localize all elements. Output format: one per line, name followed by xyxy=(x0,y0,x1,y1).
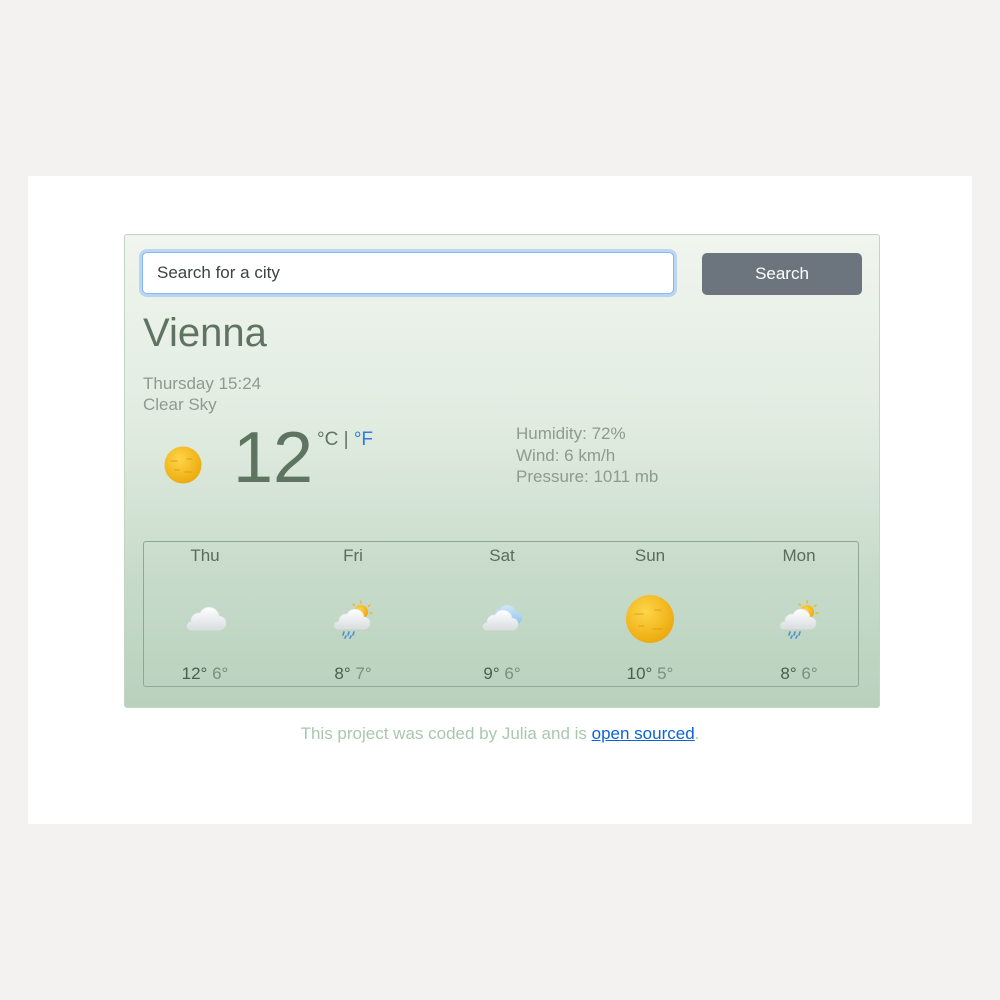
forecast-day: Fri 8° 7° xyxy=(293,542,413,688)
forecast-day-name: Fri xyxy=(343,546,363,565)
date-time: Thursday 15:24 xyxy=(143,374,262,393)
page-card: Search Vienna Thursday 15:24 Clear Sky 1… xyxy=(28,176,972,824)
forecast-temps: 8° 6° xyxy=(739,664,859,684)
forecast-day: Mon 8° 6° xyxy=(739,542,859,688)
forecast-min: 7° xyxy=(355,664,372,683)
rain-sun-cloud-icon xyxy=(780,600,819,639)
forecast-day-name: Mon xyxy=(782,546,816,565)
search-input[interactable] xyxy=(142,252,674,294)
unit-fahrenheit-link[interactable]: °F xyxy=(354,429,373,450)
forecast-day-name: Sat xyxy=(489,546,515,565)
unit-switch: °C | °F xyxy=(317,429,373,451)
weather-description: Clear Sky xyxy=(143,395,217,414)
forecast-max: 8° xyxy=(334,664,351,683)
forecast-temps: 12° 6° xyxy=(145,664,265,684)
current-meta: Thursday 15:24 Clear Sky xyxy=(143,373,261,415)
cloud-icon xyxy=(186,606,227,631)
humidity: Humidity: 72% xyxy=(516,424,626,443)
wind: Wind: 6 km/h xyxy=(516,445,616,465)
forecast-min: 5° xyxy=(657,664,674,683)
sun-icon xyxy=(164,446,202,484)
footer-text: This project was coded by Julia and is xyxy=(300,724,592,743)
city-name: Vienna xyxy=(143,311,267,355)
forecast-max: 12° xyxy=(181,664,208,683)
forecast-max: 9° xyxy=(483,664,500,683)
forecast: Thu 12° 6° Fri 8° 7° Sat 9° 6° Sun 10° 5… xyxy=(143,541,859,687)
forecast-day: Thu 12° 6° xyxy=(145,542,265,688)
pressure: Pressure: 1011 mb xyxy=(516,467,659,486)
forecast-day: Sun 10° 5° xyxy=(590,542,710,688)
forecast-temps: 8° 7° xyxy=(293,664,413,684)
footer-end: . xyxy=(694,724,700,743)
unit-celsius[interactable]: °C xyxy=(317,429,338,450)
forecast-max: 8° xyxy=(780,664,797,683)
current-temperature: 12 xyxy=(233,418,314,498)
weather-app: Search Vienna Thursday 15:24 Clear Sky 1… xyxy=(124,234,880,708)
rain-sun-cloud-icon xyxy=(334,600,373,639)
unit-separator: | xyxy=(343,429,349,450)
forecast-max: 10° xyxy=(626,664,653,683)
sun-icon xyxy=(626,595,674,643)
forecast-temps: 9° 6° xyxy=(442,664,562,684)
forecast-day: Sat 9° 6° xyxy=(442,542,562,688)
cloud-icon xyxy=(482,605,522,631)
search-form: Search xyxy=(142,252,862,298)
forecast-day-name: Thu xyxy=(190,546,220,565)
forecast-day-name: Sun xyxy=(634,546,666,565)
forecast-temps: 10° 5° xyxy=(590,664,710,684)
forecast-min: 6° xyxy=(212,664,229,683)
open-source-link[interactable]: open sourced xyxy=(592,724,695,743)
forecast-min: 6° xyxy=(801,664,818,683)
footer: This project was coded by Julia and is o… xyxy=(28,724,972,744)
weather-details: Humidity: 72% Wind: 6 km/h Pressure: 101… xyxy=(516,423,658,488)
search-button[interactable]: Search xyxy=(702,253,862,295)
forecast-min: 6° xyxy=(504,664,521,683)
